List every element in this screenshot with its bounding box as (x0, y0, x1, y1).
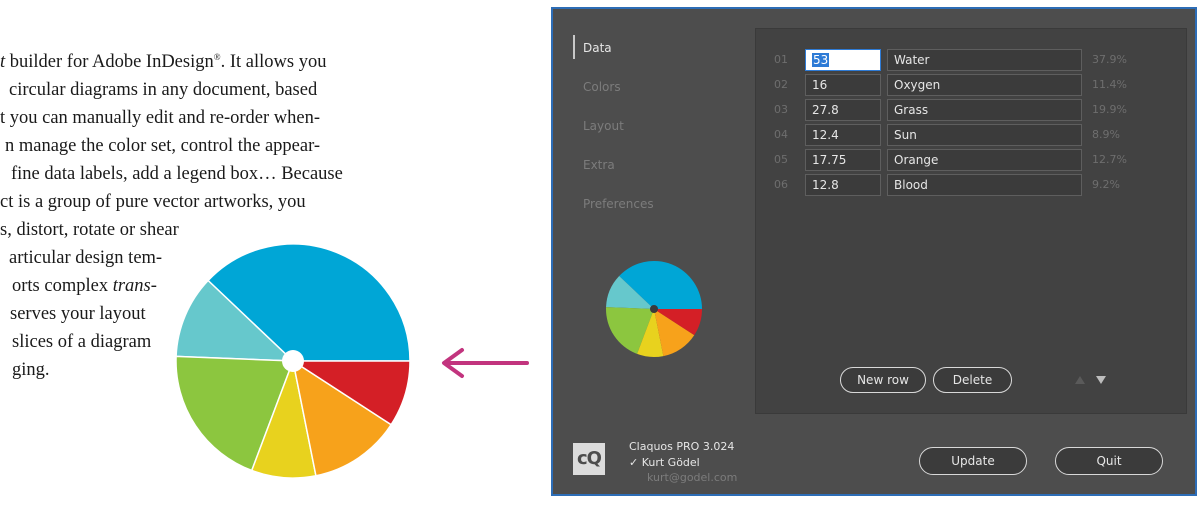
row-number: 05 (774, 153, 788, 166)
data-row: 05 17.75 Orange 12.7% (756, 149, 1188, 171)
doc-line-9: orts complex trans- (12, 277, 157, 296)
large-pie-diagram (175, 243, 411, 479)
arrow-left-icon (442, 348, 529, 378)
row-number: 03 (774, 103, 788, 116)
label-input[interactable]: Water (887, 49, 1082, 71)
move-down-icon[interactable] (1096, 376, 1106, 384)
value-input[interactable]: 12.8 (805, 174, 881, 196)
data-row: 02 16 Oxygen 11.4% (756, 74, 1188, 96)
doc-line-1-text: builder for Adobe InDesign (5, 52, 214, 73)
percent-value: 8.9% (1092, 128, 1120, 141)
doc-line-2: circular diagrams in any document, based (9, 80, 318, 100)
percent-value: 12.7% (1092, 153, 1127, 166)
data-row: 04 12.4 Sun 8.9% (756, 124, 1188, 146)
doc-line-9-text: orts complex (12, 276, 113, 296)
doc-line-8: articular design tem- (9, 248, 163, 268)
doc-line-1: t builder for Adobe InDesign®. It allows… (0, 53, 326, 72)
row-number: 01 (774, 53, 788, 66)
value-input[interactable]: 16 (805, 74, 881, 96)
label-input[interactable]: Blood (887, 174, 1082, 196)
user-email: kurt@godel.com (647, 471, 738, 484)
tab-preferences[interactable]: Preferences (583, 197, 654, 211)
label-input[interactable]: Grass (887, 99, 1082, 121)
doc-line-6: ct is a group of pure vector artworks, y… (0, 192, 306, 212)
preview-pie-diagram (606, 261, 702, 358)
doc-line-11: slices of a diagram (12, 332, 152, 352)
value-input[interactable]: 53 (805, 49, 881, 71)
document-page: t builder for Adobe InDesign®. It allows… (0, 0, 470, 513)
label-input[interactable]: Oxygen (887, 74, 1082, 96)
claquos-dialog: Data Colors Layout Extra Preferences 01 … (551, 7, 1197, 496)
row-number: 06 (774, 178, 788, 191)
data-row: 06 12.8 Blood 9.2% (756, 174, 1188, 196)
value-input[interactable]: 17.75 (805, 149, 881, 171)
data-panel: 01 53 Water 37.9% 02 16 Oxygen 11.4% 03 … (755, 28, 1187, 414)
tab-colors[interactable]: Colors (583, 80, 621, 94)
doc-line-4: n manage the color set, control the appe… (5, 136, 321, 156)
active-tab-marker (573, 35, 575, 59)
registered-mark: ® (213, 52, 221, 62)
selected-value-text: 53 (812, 53, 830, 67)
percent-value: 37.9% (1092, 53, 1127, 66)
product-version: Claquos PRO 3.024 (629, 440, 735, 453)
label-input[interactable]: Orange (887, 149, 1082, 171)
pie-center-hole (650, 305, 658, 313)
pie-center-hole (282, 350, 304, 372)
licensed-user: ✓ Kurt Gödel (629, 456, 700, 469)
doc-line-7: s, distort, rotate or shear (0, 220, 179, 240)
value-input[interactable]: 12.4 (805, 124, 881, 146)
data-row: 01 53 Water 37.9% (756, 49, 1188, 71)
quit-button[interactable]: Quit (1055, 447, 1163, 475)
update-button[interactable]: Update (919, 447, 1027, 475)
doc-line-5: fine data labels, add a legend box… Beca… (11, 164, 343, 184)
row-number: 04 (774, 128, 788, 141)
value-input[interactable]: 27.8 (805, 99, 881, 121)
tab-layout[interactable]: Layout (583, 119, 624, 133)
percent-value: 9.2% (1092, 178, 1120, 191)
data-row: 03 27.8 Grass 19.9% (756, 99, 1188, 121)
doc-line-1-end: . It allows you (220, 52, 327, 73)
tab-data[interactable]: Data (583, 41, 612, 55)
doc-line-9-italic: trans- (112, 276, 157, 296)
delete-button[interactable]: Delete (933, 367, 1012, 393)
row-number: 02 (774, 78, 788, 91)
doc-line-10: serves your layout (10, 304, 146, 324)
label-input[interactable]: Sun (887, 124, 1082, 146)
new-row-button[interactable]: New row (840, 367, 926, 393)
doc-line-12: ging. (12, 360, 50, 380)
move-up-icon[interactable] (1075, 376, 1085, 384)
claquos-logo: cQ (573, 443, 605, 475)
percent-value: 11.4% (1092, 78, 1127, 91)
tab-extra[interactable]: Extra (583, 158, 615, 172)
percent-value: 19.9% (1092, 103, 1127, 116)
doc-line-3: t you can manually edit and re-order whe… (0, 108, 321, 128)
